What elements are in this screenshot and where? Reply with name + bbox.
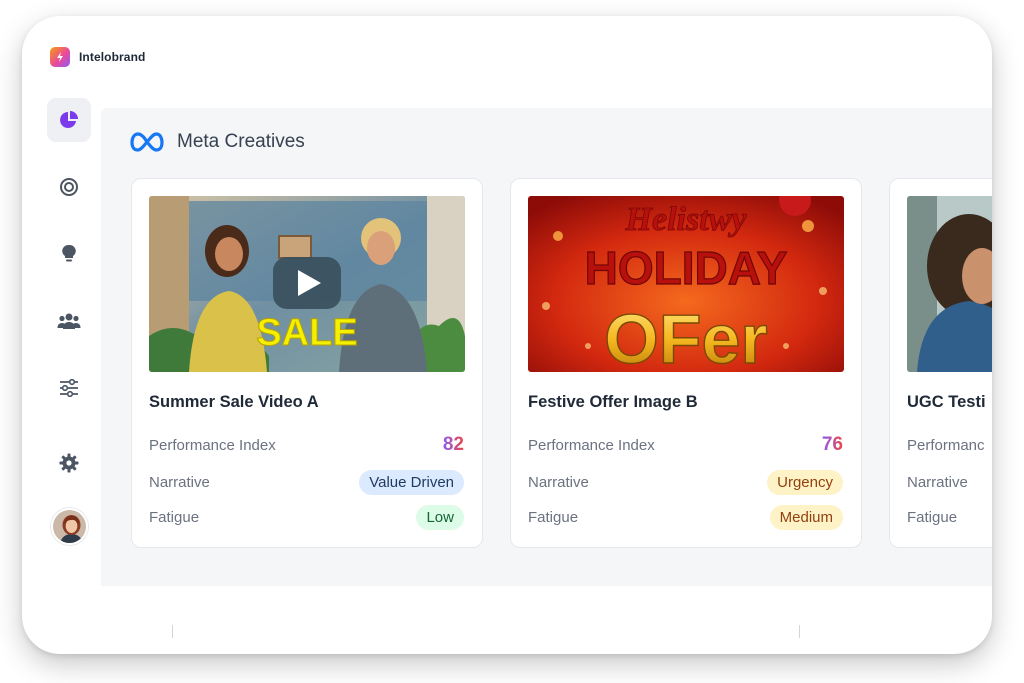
narrative-label: Narrative	[149, 473, 210, 491]
section-header: Meta Creatives	[130, 131, 305, 153]
fatigue-label: Fatigue	[528, 508, 579, 526]
thumbnail-sale-text: SALE	[256, 312, 357, 354]
fatigue-row: Fatigue Low	[149, 504, 464, 530]
creative-title: Summer Sale Video A	[149, 393, 319, 411]
narrative-row: Narrative Urgency	[528, 469, 843, 495]
sidebar-item-dashboard[interactable]	[47, 98, 91, 142]
narrative-label: Narrative	[528, 473, 589, 491]
performance-label: Performance Index	[528, 436, 655, 454]
users-icon	[57, 313, 81, 329]
performance-label: Performanc	[907, 436, 985, 454]
sliders-icon	[60, 379, 78, 397]
fatigue-label: Fatigue	[907, 508, 958, 526]
creative-title: UGC Testi	[907, 393, 986, 411]
thumbnail-holiday-text: HOLIDAY	[585, 242, 788, 294]
user-avatar[interactable]	[51, 508, 88, 545]
performance-row: Performance Index 76	[528, 432, 843, 458]
section-title: Meta Creatives	[177, 131, 305, 152]
sidebar-item-insights[interactable]	[47, 232, 91, 276]
narrative-label: Narrative	[907, 473, 968, 491]
creative-card[interactable]: SALE Summer Sale Video A Performance Ind…	[131, 178, 483, 548]
brand[interactable]: Intelobrand	[50, 47, 145, 67]
creative-thumbnail[interactable]: Helistwy HOLIDAY OFer	[528, 196, 844, 372]
performance-row: Performance Index 82	[149, 432, 464, 458]
narrative-row: Narrative	[907, 469, 992, 495]
gear-icon	[59, 453, 79, 473]
narrative-badge: Urgency	[767, 469, 843, 495]
main-content: Meta Creatives SALE Summer Sale Video A …	[101, 108, 992, 586]
brand-name: Intelobrand	[79, 50, 146, 64]
narrative-badge: Value Driven	[359, 469, 464, 495]
pie-chart-icon	[60, 111, 78, 128]
sidebar-item-targets[interactable]	[47, 165, 91, 209]
performance-score: 76	[821, 434, 843, 455]
narrative-row: Narrative Value Driven	[149, 469, 464, 495]
sidebar-item-audiences[interactable]	[47, 299, 91, 343]
creative-card[interactable]: UGC Testi Performanc Narrative Fatigue	[889, 178, 992, 548]
performance-label: Performance Index	[149, 436, 276, 454]
fatigue-badge: Low	[416, 504, 464, 530]
creative-thumbnail[interactable]: SALE	[149, 196, 465, 372]
meta-logo-icon	[130, 132, 164, 152]
creative-title: Festive Offer Image B	[528, 393, 698, 411]
performance-score: 82	[442, 434, 464, 455]
fatigue-row: Fatigue Medium	[528, 504, 843, 530]
performance-row: Performanc	[907, 432, 992, 458]
divider-tick	[172, 625, 173, 638]
app-window: Intelobrand Meta Creatives SALE Summer S…	[22, 16, 992, 654]
creative-thumbnail[interactable]	[907, 196, 992, 372]
thumbnail-offer-text: OFer	[604, 300, 767, 372]
sidebar-item-filters[interactable]	[47, 366, 91, 410]
fatigue-badge: Medium	[769, 504, 843, 530]
divider-tick	[799, 625, 800, 638]
creative-card[interactable]: Helistwy HOLIDAY OFer Festive Offer Imag…	[510, 178, 862, 548]
brand-logo-icon	[50, 47, 70, 67]
fatigue-label: Fatigue	[149, 508, 200, 526]
lightbulb-icon	[62, 244, 76, 262]
target-icon	[60, 178, 78, 196]
sidebar-item-settings[interactable]	[47, 441, 91, 485]
fatigue-row: Fatigue	[907, 504, 992, 530]
thumbnail-script-text: Helistwy	[625, 201, 748, 238]
